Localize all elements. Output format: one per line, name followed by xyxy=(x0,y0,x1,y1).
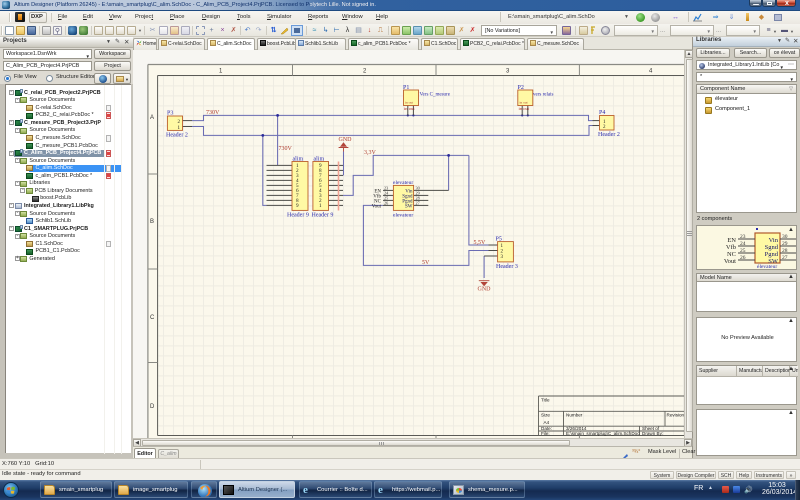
svg-text:Vfb: Vfb xyxy=(726,244,736,251)
svg-text:24: 24 xyxy=(740,241,746,247)
svg-text:Sgnd: Sgnd xyxy=(765,244,779,251)
svg-text:vers relais: vers relais xyxy=(533,93,553,98)
svg-text:1: 1 xyxy=(319,203,322,209)
svg-text:Header 2: Header 2 xyxy=(166,133,188,139)
svg-text:30: 30 xyxy=(782,234,788,240)
svg-text:P2: P2 xyxy=(518,85,524,91)
svg-text:GND: GND xyxy=(339,137,353,143)
svg-text:Number: Number xyxy=(566,413,583,418)
svg-text:P3: P3 xyxy=(167,111,173,117)
svg-text:EN: EN xyxy=(727,237,736,244)
svg-text:NC: NC xyxy=(727,251,736,258)
svg-text:27: 27 xyxy=(416,201,420,206)
svg-text:alim: alim xyxy=(314,156,325,162)
svg-text:in out: in out xyxy=(520,101,528,105)
svg-text:P4: P4 xyxy=(599,110,605,116)
svg-text:27: 27 xyxy=(782,255,788,261)
svg-text:5,5V: 5,5V xyxy=(474,240,487,246)
svg-text:9: 9 xyxy=(296,203,299,209)
svg-text:P1: P1 xyxy=(403,85,409,91)
svg-text:28: 28 xyxy=(782,248,788,254)
svg-text:26: 26 xyxy=(384,201,388,206)
svg-text:730V: 730V xyxy=(206,110,220,116)
svg-text:elevateur: elevateur xyxy=(393,212,413,218)
svg-text:File:: File: xyxy=(541,431,550,436)
svg-text:25: 25 xyxy=(740,248,746,254)
svg-text:A: A xyxy=(150,115,154,121)
svg-text:Vout: Vout xyxy=(372,204,382,209)
svg-text:Header 9: Header 9 xyxy=(312,213,334,219)
svg-text:Header 2: Header 2 xyxy=(598,132,620,138)
svg-text:26: 26 xyxy=(740,255,746,261)
svg-text:E:\smain_smartplug\C_alim.SchD: E:\smain_smartplug\C_alim.SchDoc xyxy=(566,431,640,436)
svg-text:Title: Title xyxy=(541,398,550,403)
svg-text:23: 23 xyxy=(740,234,746,240)
svg-text:Size: Size xyxy=(541,413,550,418)
svg-text:Header 3: Header 3 xyxy=(496,264,518,270)
svg-text:Vin: Vin xyxy=(769,237,779,244)
svg-text:Header 9: Header 9 xyxy=(287,213,309,219)
svg-text:Vers C_mesure: Vers C_mesure xyxy=(420,93,451,98)
svg-text:29: 29 xyxy=(782,241,788,247)
svg-text:GND: GND xyxy=(478,287,492,293)
svg-text:Vout: Vout xyxy=(724,258,736,265)
svg-text:élevateur: élevateur xyxy=(757,264,777,269)
svg-text:in out: in out xyxy=(404,106,415,111)
svg-text:SW: SW xyxy=(405,204,413,209)
svg-text:5V: 5V xyxy=(422,260,430,266)
svg-text:Pgnd: Pgnd xyxy=(765,251,779,258)
svg-text:alim: alim xyxy=(293,156,304,162)
svg-text:in out: in out xyxy=(405,101,413,105)
svg-text:Revision: Revision xyxy=(667,413,685,418)
svg-text:D: D xyxy=(150,404,155,410)
svg-text:in out: in out xyxy=(519,106,530,111)
svg-text:730V: 730V xyxy=(279,146,293,152)
svg-text:P5: P5 xyxy=(496,237,502,243)
svg-text:elevateur: elevateur xyxy=(393,180,413,186)
svg-text:B: B xyxy=(150,219,154,225)
svg-text:3,3V: 3,3V xyxy=(364,150,377,156)
svg-text:Drawn By:: Drawn By: xyxy=(642,431,663,436)
svg-text:C: C xyxy=(150,315,155,321)
svg-text:A4: A4 xyxy=(544,420,550,425)
